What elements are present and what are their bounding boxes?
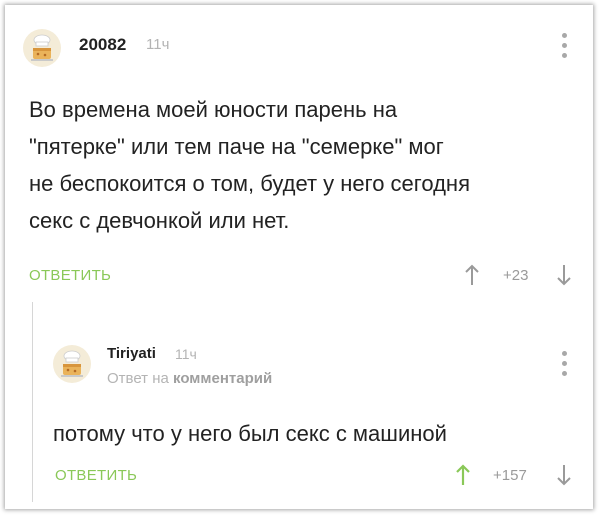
avatar[interactable] — [53, 345, 91, 383]
reply-button[interactable]: ответить — [55, 467, 137, 484]
downvote-icon[interactable] — [556, 464, 572, 491]
reply-to-link[interactable]: комментарий — [173, 370, 272, 387]
comment-text: Во времена моей юности парень на "пятерк… — [29, 91, 470, 239]
username[interactable]: Tiriyati — [107, 345, 156, 362]
timestamp: 11ч — [146, 36, 170, 53]
username[interactable]: 20082 — [79, 35, 126, 55]
upvote-icon[interactable] — [464, 264, 480, 291]
comment-line: секс с девчонкой или нет. — [29, 208, 290, 233]
chef-avatar-icon — [61, 350, 83, 377]
rating: +157 — [493, 467, 527, 484]
more-menu-icon[interactable] — [560, 33, 568, 63]
downvote-icon[interactable] — [556, 264, 572, 291]
rating: +23 — [503, 267, 529, 284]
reply-to-prefix: Ответ на — [107, 370, 169, 387]
comment-line: не беспокоится о том, будет у него сегод… — [29, 171, 470, 196]
reply-button[interactable]: ответить — [29, 267, 111, 284]
timestamp: 11ч — [175, 346, 197, 362]
reply-text: потому что у него был секс с машиной — [53, 421, 447, 446]
thread-line — [32, 302, 33, 502]
more-menu-icon[interactable] — [560, 351, 568, 381]
comment-line: "пятерке" или тем паче на "семерке" мог — [29, 134, 444, 159]
reply-to-info: Ответ на комментарий — [107, 370, 272, 387]
avatar[interactable] — [23, 29, 61, 67]
upvote-icon[interactable] — [455, 464, 471, 491]
chef-avatar-icon — [31, 34, 53, 61]
comment-line: Во времена моей юности парень на — [29, 97, 398, 122]
comment-frame: 20082 11ч Во времена моей юности парень … — [5, 5, 593, 509]
